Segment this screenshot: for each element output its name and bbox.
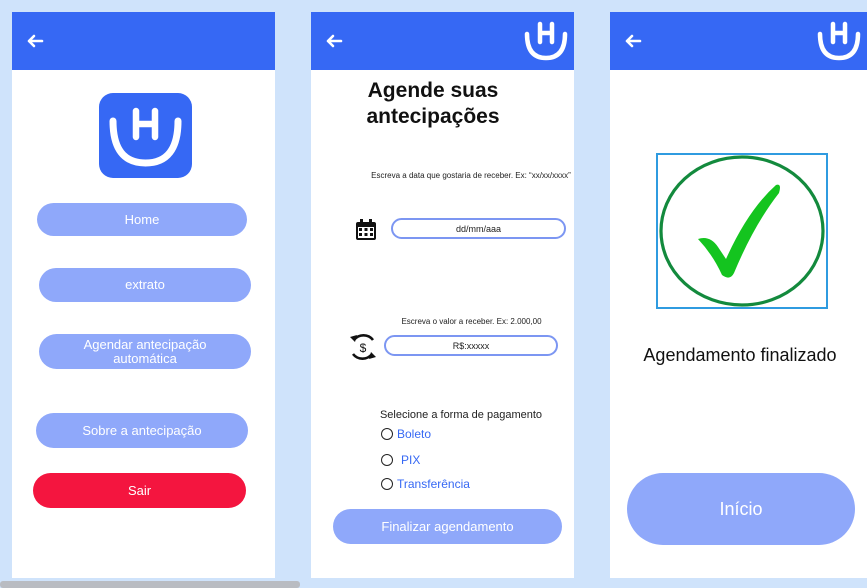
radio-label-pix: PIX [401,453,421,467]
home-button[interactable]: Home [37,203,247,236]
agendar-antecipacao-button[interactable]: Agendar antecipação automática [39,334,251,369]
back-arrow-icon[interactable] [323,30,345,52]
radio-pix[interactable]: PIX [381,453,420,467]
radio-transferencia[interactable]: Transferência [381,477,470,491]
app-bar [610,12,867,70]
page-title: Agende suas antecipações [366,79,500,128]
horizontal-scrollbar[interactable] [0,581,300,588]
brand-logo-icon [524,21,568,61]
value-input[interactable]: R$:xxxxx [384,335,558,356]
value-hint: Escreva o valor a receber. Ex: 2.000,00 [401,317,542,326]
app-bar [12,12,275,70]
success-message: Agendamento finalizado [643,345,837,365]
payment-label: Selecione a forma de pagamento [379,409,543,421]
radio-circle[interactable] [381,478,393,490]
back-arrow-icon[interactable] [24,30,46,52]
screen-menu: Home extrato Agendar antecipação automát… [12,12,275,578]
calendar-icon [356,219,376,240]
back-arrow-icon[interactable] [622,30,644,52]
finalizar-agendamento-button[interactable]: Finalizar agendamento [333,509,562,544]
radio-label-boleto: Boleto [397,427,432,441]
date-input[interactable]: dd/mm/aaa [391,218,566,239]
sair-button[interactable]: Sair [33,473,246,508]
radio-circle[interactable] [381,428,393,440]
check-icon [659,155,825,307]
currency-exchange-icon: $ [350,334,376,360]
radio-label-transferencia: Transferência [397,477,470,491]
svg-text:$: $ [360,341,367,355]
radio-circle[interactable] [381,454,393,466]
brand-logo-icon [817,21,861,61]
app-bar [311,12,574,70]
screen-agendar: Agende suas antecipações Escreva a data … [311,12,574,578]
radio-boleto[interactable]: Boleto [381,427,431,441]
background-fade-text [300,0,720,10]
extrato-button[interactable]: extrato [39,268,251,302]
date-hint: Escreva a data que gostaria de receber. … [371,171,571,180]
brand-logo-icon [99,93,192,178]
screen-done: Agendamento finalizado Início [610,12,867,578]
check-frame [656,153,828,309]
sobre-antecipacao-button[interactable]: Sobre a antecipação [36,413,248,448]
inicio-button[interactable]: Início [627,473,855,545]
